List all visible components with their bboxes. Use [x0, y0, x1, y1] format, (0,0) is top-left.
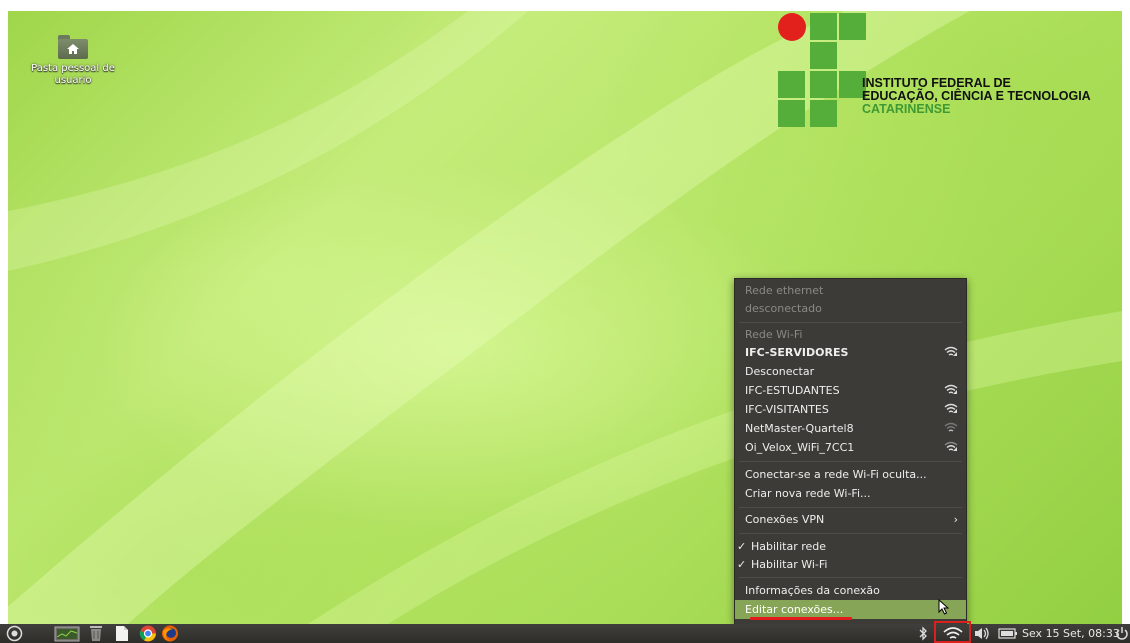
disconnect-item[interactable]: Desconectar — [735, 362, 966, 381]
wifi-network-ifc-estudantes[interactable]: IFC-ESTUDANTES — [735, 381, 966, 400]
ethernet-status: desconectado — [745, 302, 822, 315]
annotation-underline — [750, 617, 852, 620]
connect-hidden-network-item[interactable]: Conectar-se a rede Wi-Fi oculta... — [735, 465, 966, 484]
volume-icon[interactable] — [974, 625, 990, 642]
wifi-signal-icon — [944, 441, 958, 451]
home-folder-label-line2: usuario — [54, 75, 92, 86]
wifi-signal-icon — [944, 403, 958, 413]
network-name: Oi_Velox_WiFi_7CC1 — [745, 441, 855, 454]
wifi-network-oi-velox[interactable]: Oi_Velox_WiFi_7CC1 — [735, 438, 966, 457]
battery-icon[interactable] — [998, 625, 1018, 642]
firefox-icon[interactable] — [161, 625, 179, 642]
create-wifi-network-item[interactable]: Criar nova rede Wi-Fi... — [735, 484, 966, 503]
clock[interactable]: Sex 15 Set, 08:33 — [1022, 624, 1120, 643]
network-name: IFC-VISITANTES — [745, 403, 829, 416]
mouse-cursor-icon — [938, 599, 949, 615]
vpn-label: Conexões VPN — [745, 513, 825, 526]
enable-wifi-item[interactable]: ✓ Habilitar Wi-Fi — [735, 555, 966, 574]
network-name: IFC-SERVIDORES — [745, 346, 849, 359]
home-folder-label-line1: Pasta pessoal de — [31, 63, 115, 74]
wifi-signal-icon — [944, 384, 958, 394]
annotation-highlight-box — [934, 621, 971, 643]
files-icon[interactable] — [114, 625, 130, 642]
wifi-header: Rede Wi-Fi — [745, 328, 803, 341]
wifi-network-netmaster[interactable]: NetMaster-Quartel8 — [735, 419, 966, 438]
enable-network-label: Habilitar rede — [751, 540, 827, 553]
ethernet-header: Rede ethernet — [745, 284, 824, 297]
dash-icon[interactable] — [6, 625, 23, 642]
system-monitor-icon[interactable] — [54, 625, 80, 642]
logo-red-circle — [778, 13, 806, 41]
wifi-network-ifc-visitantes[interactable]: IFC-VISITANTES — [735, 400, 966, 419]
enable-network-item[interactable]: ✓ Habilitar rede — [735, 537, 966, 556]
home-folder-icon — [58, 35, 88, 59]
connection-info-item[interactable]: Informações da conexão — [735, 581, 966, 600]
chevron-right-icon: › — [953, 513, 958, 526]
bluetooth-icon[interactable] — [918, 625, 928, 642]
logo-text: INSTITUTO FEDERAL DE EDUCAÇÃO, CIÊNCIA E… — [862, 77, 1091, 116]
wifi-signal-weak-icon — [944, 422, 958, 432]
checkmark-icon: ✓ — [737, 558, 747, 571]
enable-wifi-label: Habilitar Wi-Fi — [751, 558, 828, 571]
home-folder-desktop-icon[interactable]: Pasta pessoal de usuario — [28, 35, 118, 87]
wifi-signal-icon — [944, 346, 958, 356]
power-icon[interactable] — [1116, 625, 1128, 642]
network-menu: Rede ethernet desconectado Rede Wi-Fi IF… — [734, 278, 967, 625]
network-name: IFC-ESTUDANTES — [745, 384, 840, 397]
network-name: NetMaster-Quartel8 — [745, 422, 854, 435]
vpn-connections-item[interactable]: Conexões VPN › — [735, 510, 966, 529]
chrome-icon[interactable] — [139, 625, 157, 642]
logo-line3: CATARINENSE — [862, 102, 951, 116]
trash-icon[interactable] — [88, 625, 104, 642]
checkmark-icon: ✓ — [737, 540, 747, 553]
wifi-network-ifc-servidores[interactable]: IFC-SERVIDORES — [735, 343, 966, 362]
